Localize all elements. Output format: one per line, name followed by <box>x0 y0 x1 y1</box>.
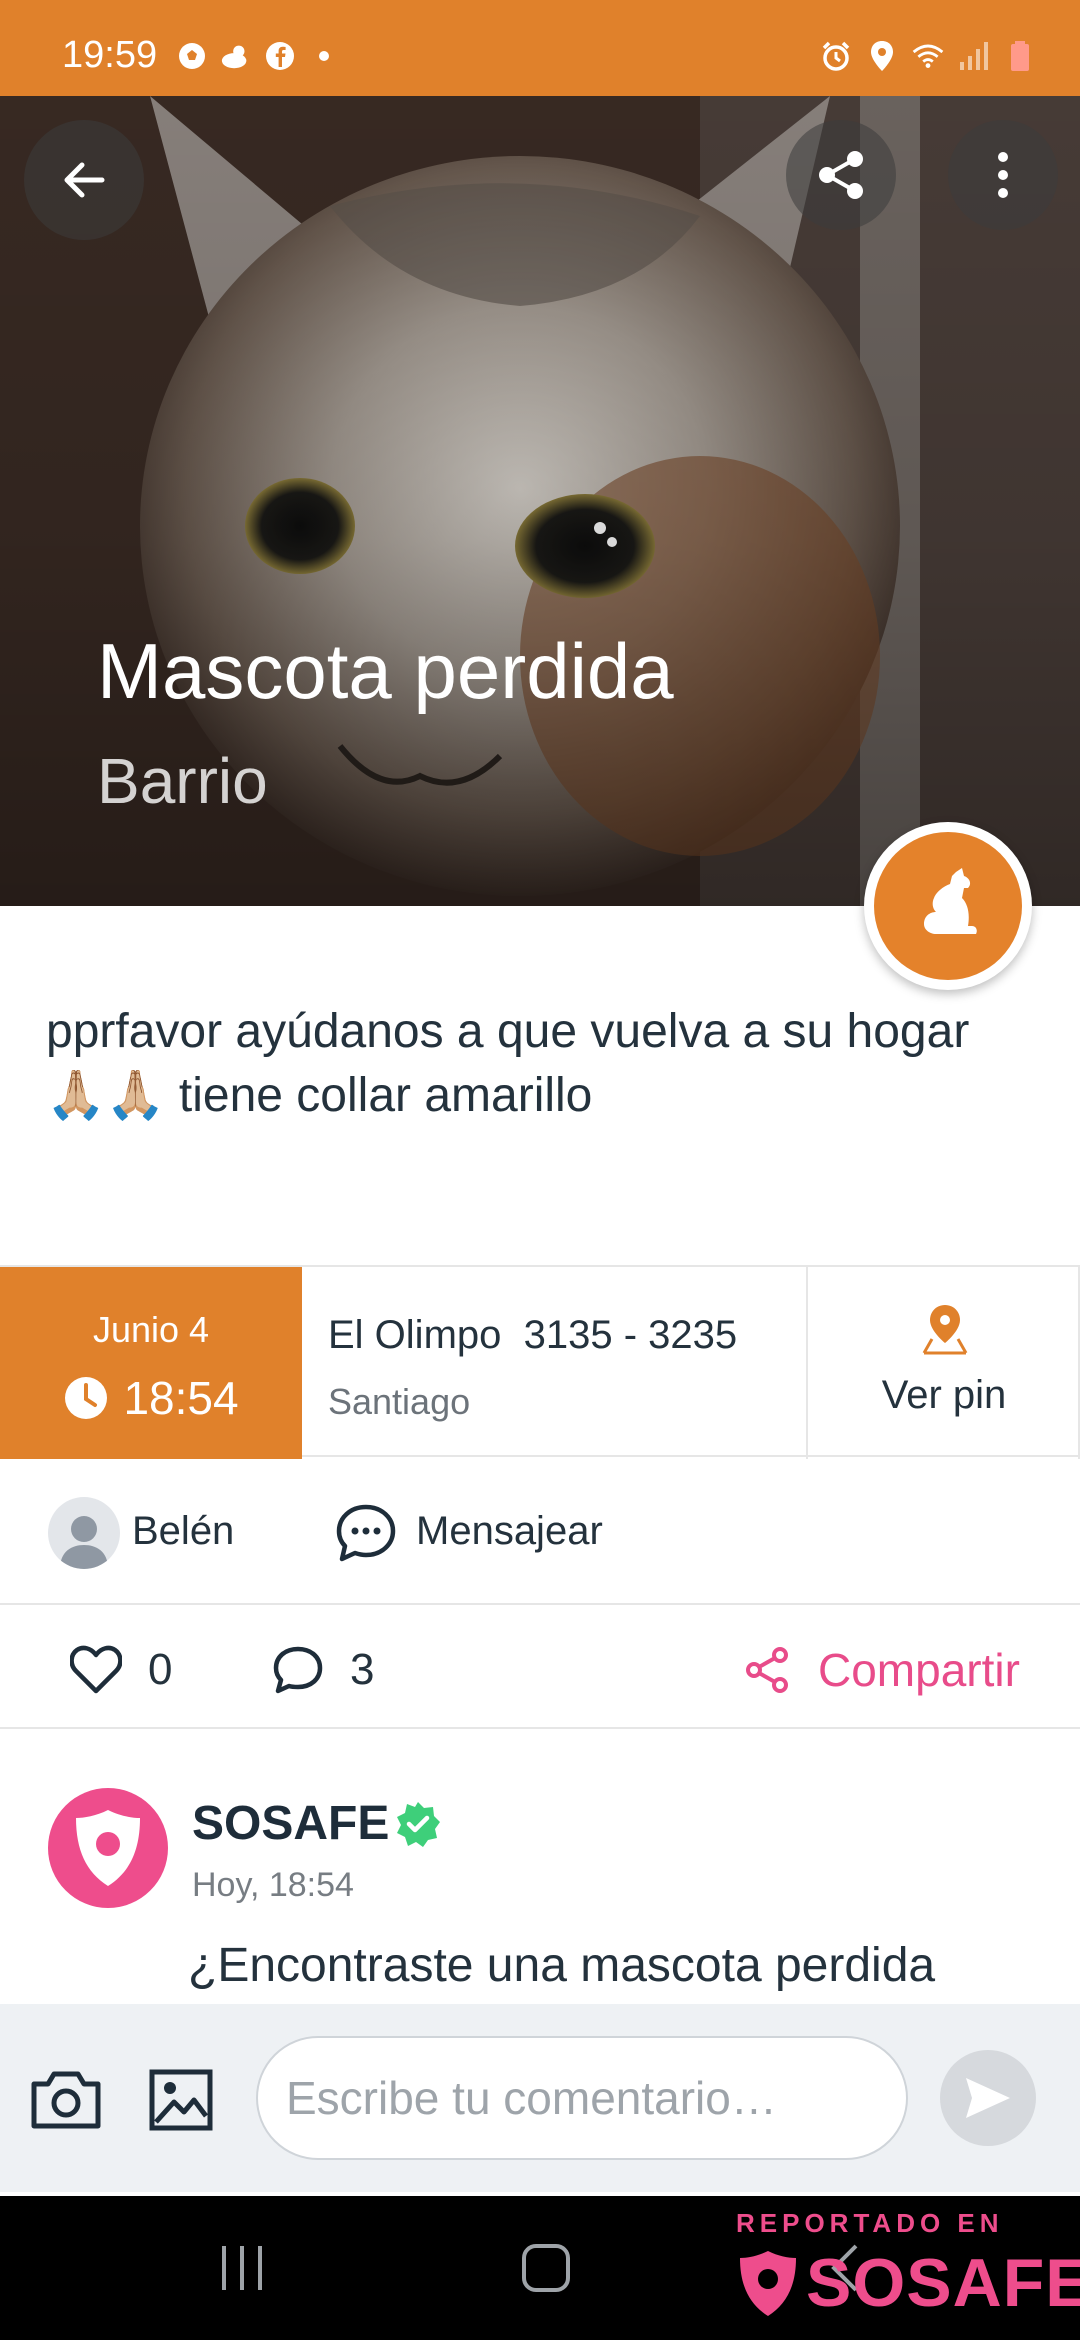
chat-bubble-icon[interactable] <box>334 1501 398 1565</box>
sosafe-shield-icon <box>740 2251 796 2316</box>
user-icon <box>60 1516 108 1569</box>
pet-photo: Mascota perdida Barrio <box>0 96 1080 906</box>
comment-icon[interactable] <box>272 1645 324 1695</box>
heart-icon[interactable] <box>70 1645 122 1695</box>
map-pin-icon <box>922 1305 968 1355</box>
post-title: Mascota perdida <box>97 627 674 715</box>
post-time: 18:54 <box>123 1372 239 1424</box>
info-row: Junio 4 18:54 El Olimpo 3135 - 3235 Sant… <box>0 1265 1080 1459</box>
status-bar: 19:59 <box>0 0 1080 96</box>
signal-icon <box>958 40 990 72</box>
recent-apps-icon[interactable] <box>216 2240 268 2296</box>
post-description: pprfavor ayúdanos a que vuelva a su hoga… <box>46 1005 970 1122</box>
author-name[interactable]: Belén <box>132 1509 234 1554</box>
watermark-brand: SOSAFE <box>806 2245 1080 2321</box>
verified-badge-icon <box>397 1802 440 1847</box>
comment-time: Hoy, 18:54 <box>192 1866 354 1904</box>
camera-icon[interactable] <box>28 2068 104 2132</box>
share-button[interactable]: Compartir <box>818 1643 1020 1697</box>
city: Santiago <box>328 1381 471 1422</box>
alarm-icon <box>820 40 852 72</box>
send-message-button[interactable]: Mensajear <box>416 1509 603 1554</box>
weather-icon <box>220 40 252 72</box>
comment-count: 3 <box>350 1645 375 1694</box>
arrow-left-icon <box>64 162 105 198</box>
address-box: El Olimpo 3135 - 3235 Santiago <box>304 1267 808 1459</box>
share-button[interactable] <box>786 120 896 230</box>
location-icon <box>866 40 898 72</box>
more-options-button[interactable] <box>948 120 1058 230</box>
comment-composer <box>0 2004 1080 2192</box>
status-time: 19:59 <box>62 34 158 76</box>
post-time-line: 18:54 <box>0 1371 302 1425</box>
sosafe-shield-icon <box>76 1810 140 1886</box>
view-pin-label: Ver pin <box>881 1373 1007 1417</box>
dog-icon <box>924 868 977 934</box>
post-category: Barrio <box>97 745 268 817</box>
like-count: 0 <box>148 1645 173 1694</box>
sosafe-avatar <box>48 1788 168 1908</box>
watermark: REPORTADO EN SOSAFE <box>736 2200 1080 2336</box>
watermark-caption: REPORTADO EN <box>736 2208 1004 2238</box>
comment-input[interactable] <box>256 2036 908 2160</box>
battery-icon <box>1004 40 1036 72</box>
street-address: El Olimpo 3135 - 3235 <box>328 1313 738 1357</box>
share-icon <box>819 151 863 199</box>
watermark-logo: SOSAFE <box>736 2244 1080 2322</box>
dot-icon <box>308 40 340 72</box>
send-comment-button[interactable] <box>940 2050 1036 2146</box>
more-vertical-icon <box>998 152 1008 198</box>
clock-icon <box>65 1377 108 1419</box>
view-pin-button[interactable]: Ver pin <box>810 1267 1080 1459</box>
actions-row: 0 3 Compartir <box>0 1605 1080 1729</box>
status-right-icons <box>820 40 1036 72</box>
comment-author: SOSAFE <box>192 1797 390 1850</box>
share-icon[interactable] <box>742 1645 792 1695</box>
author-row: Belén Mensajear <box>0 1457 1080 1605</box>
author-avatar[interactable] <box>48 1497 120 1569</box>
category-badge <box>864 822 1032 990</box>
facebook-icon <box>264 40 296 72</box>
comment-text: ¿Encontraste una mascota perdida <box>188 1939 936 1992</box>
status-left-icons <box>176 40 340 72</box>
soccer-ball-icon <box>176 40 208 72</box>
back-button[interactable] <box>24 120 144 240</box>
home-icon[interactable] <box>520 2240 572 2296</box>
wifi-icon <box>912 40 944 72</box>
date-time-box: Junio 4 18:54 <box>0 1267 302 1459</box>
send-icon <box>966 2078 1010 2118</box>
post-date: Junio 4 <box>92 1309 210 1350</box>
gallery-icon[interactable] <box>148 2068 214 2132</box>
